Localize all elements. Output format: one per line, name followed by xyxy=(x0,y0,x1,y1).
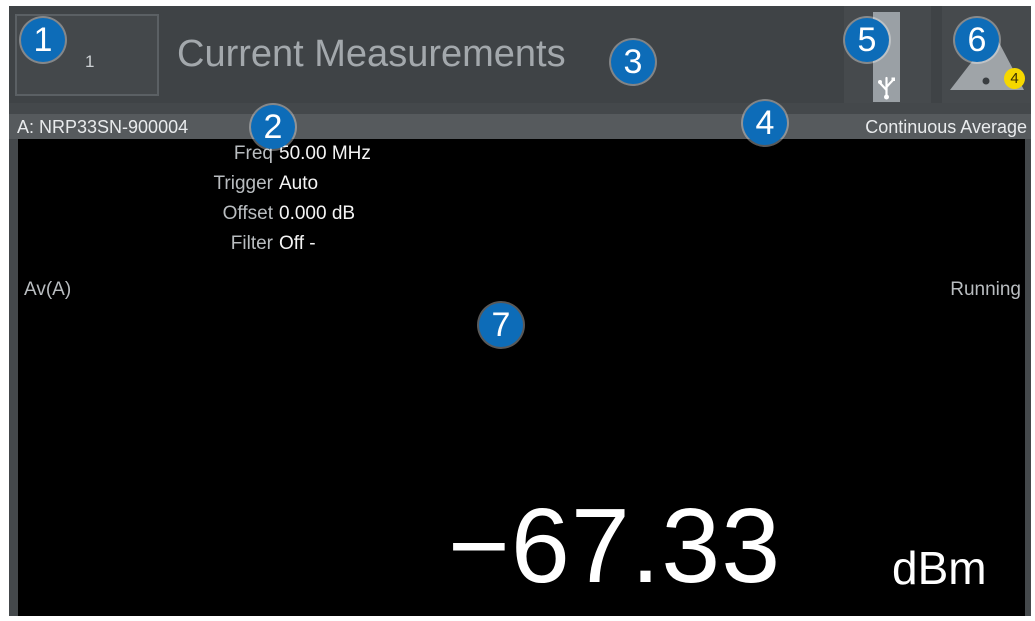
sensor-info-bar: A: NRP33SN-900004 Continuous Average xyxy=(9,114,1031,139)
measurement-value: −67.33 xyxy=(448,487,782,605)
warning-count-badge: 4 xyxy=(1004,68,1025,89)
param-value-trigger: Auto xyxy=(279,173,319,194)
callout-marker-2: 2 xyxy=(251,105,295,149)
param-value-filter: Off - xyxy=(279,233,316,254)
param-label-filter: Filter xyxy=(230,233,273,254)
param-value-offset: 0.000 dB xyxy=(279,203,356,224)
callout-marker-1: 1 xyxy=(21,18,65,62)
measurement-mode: Continuous Average xyxy=(865,117,1027,137)
param-label-offset: Offset xyxy=(222,203,273,224)
page-title: Current Measurements xyxy=(177,33,566,75)
callout-marker-7: 7 xyxy=(479,303,523,347)
status-label: Running xyxy=(950,279,1021,300)
callout-marker-6: 6 xyxy=(955,18,999,62)
param-value-freq: 50.00 MHz xyxy=(279,143,371,164)
measurement-display[interactable]: Freq 50.00 MHz Trigger Auto Offset 0.000… xyxy=(18,139,1025,616)
param-label-trigger: Trigger xyxy=(213,173,273,194)
sensor-name: A: NRP33SN-900004 xyxy=(17,117,189,137)
measurement-unit: dBm xyxy=(892,542,987,594)
callout-marker-4: 4 xyxy=(743,101,787,145)
callout-marker-5: 5 xyxy=(845,18,889,62)
instrument-screen: 1 Current Measurements 4 A: NRP33SN-9000… xyxy=(9,6,1031,616)
channel-label: Av(A) xyxy=(24,279,72,300)
menu-button-label: 1 xyxy=(85,52,95,71)
callout-marker-3: 3 xyxy=(611,40,655,84)
